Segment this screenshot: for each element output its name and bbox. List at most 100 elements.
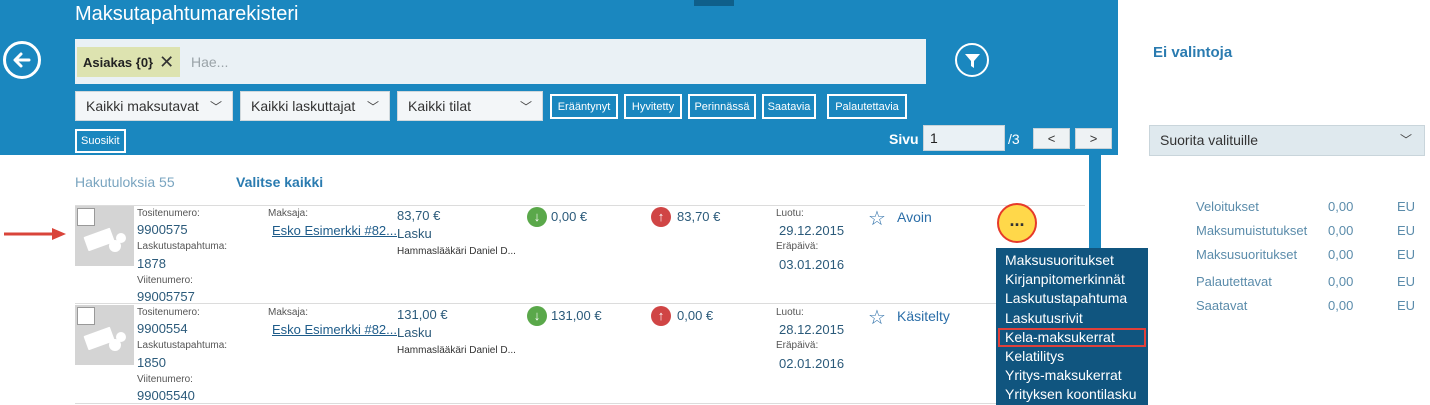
context-menu: Maksusuoritukset Kirjanpitomerkinnät Las…	[996, 248, 1148, 405]
chip-label: Asiakas {0}	[83, 54, 154, 70]
summary-currency: EU	[1397, 247, 1416, 262]
summary-label: Maksusuoritukset	[1196, 247, 1298, 262]
menu-item-laskutustapahtuma[interactable]: Laskutustapahtuma	[996, 289, 1148, 308]
filter-credited-button[interactable]: Hyvitetty	[624, 94, 682, 119]
filter-collection-button[interactable]: Perinnässä	[688, 94, 756, 119]
document-type: Lasku	[397, 226, 432, 241]
document-type: Lasku	[397, 325, 432, 340]
billing-event-number: 1878	[137, 256, 166, 271]
app-root: Maksutapahtumarekisteri Asiakas {0} ✕ Ka…	[0, 0, 1430, 405]
back-arrow-icon	[13, 52, 31, 68]
reference-number: 99005757	[137, 289, 195, 304]
chevron-down-icon: ﹀	[1399, 133, 1412, 147]
billing-event-label: Laskutustapahtuma:	[137, 340, 228, 351]
star-icon[interactable]: ☆	[868, 305, 886, 330]
summary-value: 0,00	[1328, 199, 1354, 214]
provider-name: Hammaslääkäri Daniel D...	[397, 246, 516, 257]
page-label: Sivu	[889, 131, 919, 147]
created-label: Luotu:	[776, 307, 804, 318]
dropdown-label: Suorita valituille	[1160, 132, 1259, 148]
page-title: Maksutapahtumarekisteri	[75, 3, 299, 25]
filter-receivables-button[interactable]: Saatavia	[762, 94, 816, 119]
more-options-button[interactable]: ...	[997, 203, 1037, 243]
invoice-amount: 83,70 €	[397, 208, 441, 223]
close-icon[interactable]: ✕	[159, 53, 174, 71]
results-count: Hakutuloksia 55	[75, 174, 175, 190]
paid-amount: 0,00 €	[551, 209, 588, 224]
menu-item-laskutusrivit[interactable]: Laskutusrivit	[996, 309, 1148, 328]
back-button[interactable]	[3, 41, 41, 79]
open-amount: 0,00 €	[677, 308, 714, 323]
select-all-link[interactable]: Valitse kaikki	[236, 174, 323, 190]
arrow-down-icon: ↓	[527, 306, 547, 326]
payer-label: Maksaja:	[268, 208, 309, 219]
page-total: /3	[1008, 131, 1020, 147]
due-date-label: Eräpäivä:	[776, 241, 819, 252]
payer-link[interactable]: Esko Esimerkki #82...	[272, 322, 397, 337]
selection-title: Ei valintoja	[1153, 44, 1233, 61]
dropdown-label: Kaikki laskuttajat	[251, 98, 356, 114]
voucher-label: Tositenumero:	[137, 208, 200, 219]
chevron-down-icon: ﹀	[519, 100, 532, 114]
chevron-down-icon: ﹀	[366, 100, 379, 114]
created-date: 28.12.2015	[779, 322, 845, 337]
collapse-tab[interactable]	[694, 0, 734, 6]
menu-item-kirjanpitomerkinnat[interactable]: Kirjanpitomerkinnät	[996, 270, 1148, 289]
payer-link[interactable]: Esko Esimerkki #82...	[272, 223, 397, 238]
status-text: Käsitelty	[897, 308, 950, 324]
customer-filter-chip[interactable]: Asiakas {0} ✕	[77, 47, 181, 77]
due-date: 02.01.2016	[779, 356, 845, 371]
summary-currency: EU	[1397, 298, 1416, 313]
table-row[interactable]: Tositenumero: 9900575 Laskutustapahtuma:…	[0, 206, 1090, 306]
provider-name: Hammaslääkäri Daniel D...	[397, 345, 516, 356]
chevron-down-icon: ﹀	[209, 100, 222, 114]
biller-dropdown[interactable]: Kaikki laskuttajat ﹀	[240, 91, 390, 121]
voucher-number: 9900575	[137, 222, 188, 237]
annotation-arrow-icon	[4, 228, 66, 240]
due-date-label: Eräpäivä:	[776, 340, 819, 351]
voucher-number: 9900554	[137, 321, 188, 336]
summary-currency: EU	[1397, 223, 1416, 238]
summary-label: Veloitukset	[1196, 199, 1259, 214]
summary-value: 0,00	[1328, 223, 1354, 238]
payment-thumbnail	[75, 305, 134, 365]
billing-event-number: 1850	[137, 355, 166, 370]
dropdown-label: Kaikki tilat	[408, 98, 472, 114]
status-dropdown[interactable]: Kaikki tilat ﹀	[397, 91, 543, 121]
search-input[interactable]	[191, 51, 791, 73]
reference-number: 99005540	[137, 388, 195, 403]
next-page-button[interactable]: >	[1075, 128, 1112, 149]
reference-label: Viitenumero:	[137, 374, 193, 385]
payer-label: Maksaja:	[268, 307, 309, 318]
billing-event-label: Laskutustapahtuma:	[137, 241, 228, 252]
favorites-button[interactable]: Suosikit	[75, 129, 126, 153]
filter-refundable-button[interactable]: Palautettavia	[827, 94, 907, 119]
filter-overdue-button[interactable]: Erääntynyt	[550, 94, 618, 119]
menu-item-yrityksen-koontilasku[interactable]: Yrityksen koontilasku	[996, 385, 1148, 404]
menu-item-kela-maksukerrat[interactable]: Kela-maksukerrat	[998, 327, 1146, 347]
reference-label: Viitenumero:	[137, 275, 193, 286]
money-icon	[83, 227, 126, 252]
paid-amount: 131,00 €	[551, 308, 602, 323]
prev-page-button[interactable]: <	[1033, 128, 1070, 149]
open-amount: 83,70 €	[677, 209, 721, 224]
filter-button[interactable]	[955, 43, 989, 77]
created-date: 29.12.2015	[779, 223, 845, 238]
search-bar[interactable]: Asiakas {0} ✕	[75, 39, 926, 84]
menu-item-kelatilitys[interactable]: Kelatilitys	[996, 347, 1148, 366]
page-number-input[interactable]	[923, 125, 1005, 151]
star-icon[interactable]: ☆	[868, 206, 886, 231]
created-label: Luotu:	[776, 208, 804, 219]
header-band: Maksutapahtumarekisteri Asiakas {0} ✕ Ka…	[0, 0, 1118, 155]
summary-label: Palautettavat	[1196, 274, 1272, 289]
payment-thumbnail	[75, 206, 134, 266]
funnel-icon	[965, 54, 980, 68]
table-row[interactable]: Tositenumero: 9900554 Laskutustapahtuma:…	[0, 305, 1090, 405]
payment-method-dropdown[interactable]: Kaikki maksutavat ﹀	[75, 91, 233, 121]
voucher-label: Tositenumero:	[137, 307, 200, 318]
bulk-action-dropdown[interactable]: Suorita valituille ﹀	[1149, 125, 1425, 156]
menu-item-maksusuoritukset[interactable]: Maksusuoritukset	[996, 251, 1148, 270]
money-icon	[83, 326, 126, 351]
menu-item-yritys-maksukerrat[interactable]: Yritys-maksukerrat	[996, 366, 1148, 385]
invoice-amount: 131,00 €	[397, 307, 448, 322]
